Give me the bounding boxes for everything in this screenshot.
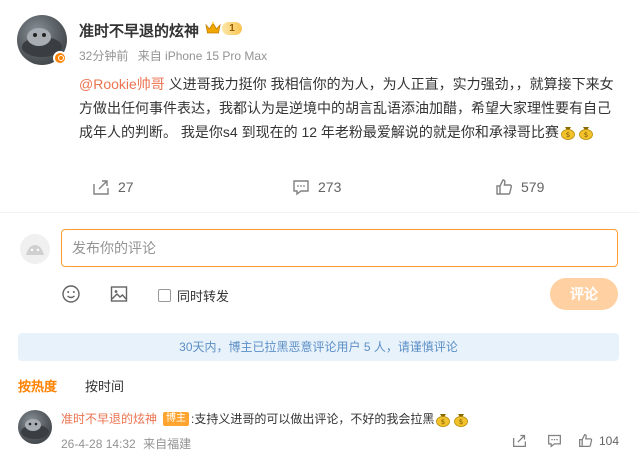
comment-icon — [293, 180, 309, 196]
crown-icon — [205, 21, 221, 34]
svg-text:$: $ — [584, 131, 588, 139]
divider — [0, 212, 639, 213]
svg-text:$: $ — [441, 418, 445, 426]
smiley-icon[interactable] — [61, 284, 81, 304]
svg-text:$: $ — [459, 418, 463, 426]
post-meta: 32分钟前 来自 iPhone 15 Pro Max — [79, 47, 273, 64]
post-source: 来自 iPhone 15 Pro Max — [137, 49, 268, 63]
comment-reply-icon[interactable] — [547, 433, 562, 448]
image-icon[interactable] — [109, 284, 129, 304]
my-avatar — [20, 234, 50, 264]
comment-button[interactable]: 273 — [292, 178, 341, 196]
vip-badge[interactable]: 1 — [205, 19, 242, 37]
comment-repost-icon[interactable] — [512, 433, 527, 448]
post-time[interactable]: 32分钟前 — [79, 49, 128, 63]
comment-author-name[interactable]: 准时不早退的炫神 — [61, 410, 157, 427]
repost-icon — [93, 180, 109, 195]
forward-label: 同时转发 — [177, 289, 230, 304]
post-actions: 27 273 579 — [0, 178, 639, 200]
comment-input[interactable] — [61, 229, 618, 267]
comment-count: 273 — [318, 179, 342, 195]
vip-level: 1 — [222, 21, 242, 35]
author-name[interactable]: 准时不早退的炫神 — [79, 20, 199, 41]
comment-like-count: 104 — [599, 433, 620, 448]
thumbs-up-icon — [579, 434, 593, 447]
comment-item: 准时不早退的炫神 博主 :支持义进哥的可以做出评论，不好的我会拉黑 $ $ — [61, 410, 470, 427]
forward-checkbox[interactable] — [158, 289, 171, 302]
comment-author-avatar[interactable] — [18, 410, 52, 444]
comment-text: :支持义进哥的可以做出评论，不好的我会拉黑 — [191, 412, 435, 426]
sort-tabs: 按热度 按时间 — [18, 376, 152, 395]
money-bag-emoji-icon: $ — [561, 127, 575, 140]
money-bag-emoji-icon: $ — [579, 127, 593, 140]
comment-time: 26-4-28 14:32 — [61, 437, 136, 451]
verified-badge-icon — [53, 51, 67, 65]
comment-meta: 26-4-28 14:32 来自福建 — [61, 435, 195, 452]
forward-option[interactable]: 同时转发 — [158, 286, 229, 305]
comment-like-button[interactable]: 104 — [578, 433, 619, 448]
repost-count: 27 — [118, 179, 134, 195]
like-count: 579 — [521, 179, 545, 195]
money-bag-emoji-icon: $ — [454, 413, 469, 427]
money-bag-emoji-icon: $ — [436, 413, 451, 427]
mention-link[interactable]: @Rookie帅哥 — [79, 76, 165, 92]
submit-comment-button[interactable]: 评论 — [550, 278, 618, 310]
comment-notice: 30天内，博主已拉黑恶意评论用户 5 人，请谨慎评论 — [18, 333, 619, 361]
tab-sort-time[interactable]: 按时间 — [85, 376, 124, 395]
like-button[interactable]: 579 — [495, 178, 544, 196]
default-avatar-icon — [26, 245, 44, 255]
repost-button[interactable]: 27 — [92, 178, 134, 196]
blogger-tag: 博主 — [163, 411, 190, 426]
svg-text:$: $ — [566, 131, 570, 139]
comment-source: 来自福建 — [143, 437, 192, 451]
tab-sort-hot[interactable]: 按热度 — [18, 376, 57, 395]
thumbs-up-icon — [496, 179, 512, 195]
post-content: @Rookie帅哥 义进哥我力挺你 我相信你的为人，为人正直，实力强劲，，就算接… — [79, 72, 619, 144]
